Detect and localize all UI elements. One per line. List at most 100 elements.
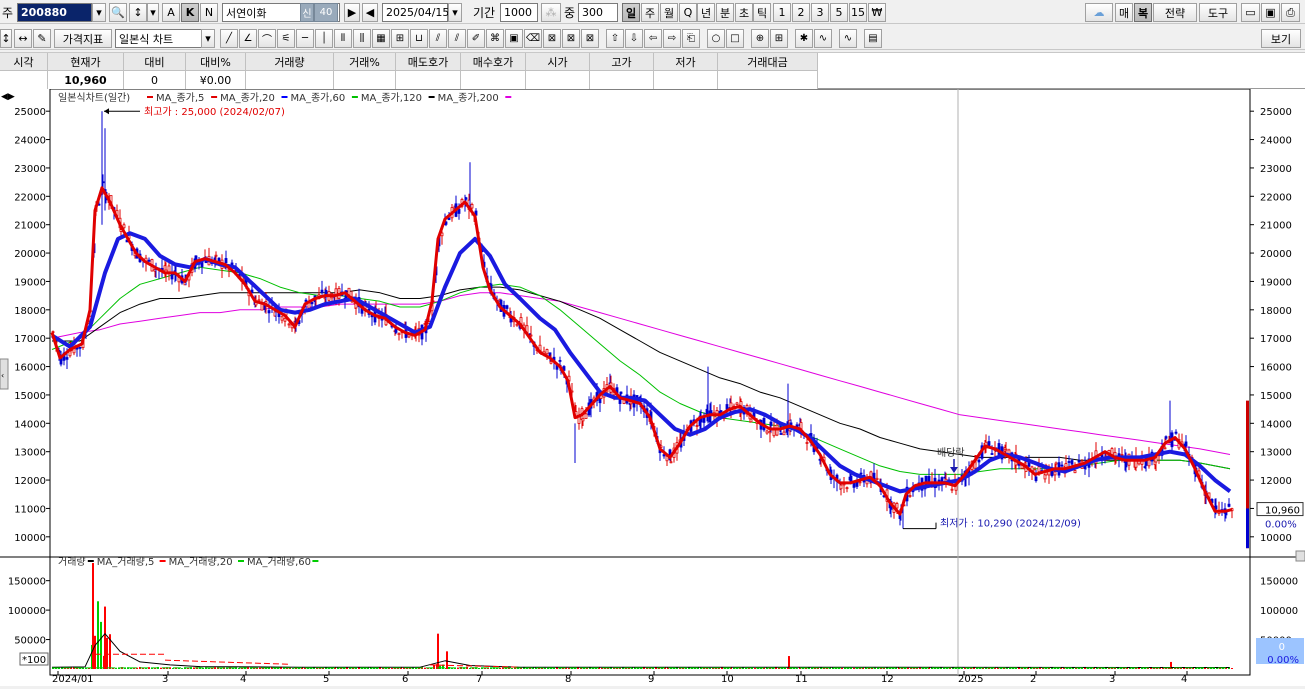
grid-icon[interactable]: ⁂ xyxy=(541,3,561,22)
draw-tool-31-icon[interactable]: ∿ xyxy=(839,29,857,48)
edit-icon[interactable]: ✎ xyxy=(33,29,51,48)
draw-tool-3-icon[interactable]: ⚟ xyxy=(277,29,295,48)
draw-tool-7-icon[interactable]: ⫼ xyxy=(353,29,371,48)
y-tick-left-15: 10000 xyxy=(14,533,46,544)
period-button-8[interactable]: 1 xyxy=(773,3,791,22)
draw-tool-30-icon[interactable]: ∿ xyxy=(814,29,832,48)
period-button-13[interactable]: ₩ xyxy=(868,3,886,22)
count-input[interactable]: 300 xyxy=(578,3,618,22)
draw-tool-19-icon[interactable]: ⊠ xyxy=(581,29,599,48)
period-button-1[interactable]: 주 xyxy=(641,3,659,22)
mode-n-button[interactable]: N xyxy=(200,3,218,22)
sort-icon[interactable]: ↕ xyxy=(129,3,147,22)
scroll-horizontal-icon[interactable]: ↔ xyxy=(14,29,32,48)
draw-tool-24-icon[interactable]: ⎗ xyxy=(682,29,700,48)
draw-tool-22-icon[interactable]: ⇦ xyxy=(644,29,662,48)
cloud-icon[interactable]: ☁ xyxy=(1085,3,1113,22)
draw-tool-1-icon[interactable]: ∠ xyxy=(239,29,257,48)
draw-tool-10-icon[interactable]: ⊔ xyxy=(410,29,428,48)
y-tick-left-11: 14000 xyxy=(14,419,46,430)
period-button-4[interactable]: 년 xyxy=(697,3,715,22)
period-button-6[interactable]: 초 xyxy=(735,3,753,22)
period-button-3[interactable]: Q xyxy=(679,3,697,22)
draw-tool-29-icon[interactable]: ✱ xyxy=(795,29,813,48)
draw-tool-6-icon[interactable]: ⫴ xyxy=(334,29,352,48)
mode-k-button[interactable]: K xyxy=(181,3,199,22)
legend-label-0: MA_종가,5 xyxy=(156,92,204,104)
folder-icon[interactable]: ▭ xyxy=(1241,3,1260,22)
draw-tool-17-icon[interactable]: ⊠ xyxy=(543,29,561,48)
candle-body xyxy=(1070,460,1074,465)
chart-type-dropdown-icon[interactable]: ▾ xyxy=(201,29,215,48)
period-button-10[interactable]: 3 xyxy=(811,3,829,22)
draw-tool-23-icon[interactable]: ⇨ xyxy=(663,29,681,48)
candle-body xyxy=(669,461,673,464)
y-tick-left-8: 17000 xyxy=(14,334,46,345)
range-bar-blue xyxy=(1246,508,1249,549)
draw-tool-5-icon[interactable]: │ xyxy=(315,29,333,48)
draw-tool-21-icon[interactable]: ⇩ xyxy=(625,29,643,48)
date-field[interactable]: 2025/04/15 xyxy=(382,3,449,22)
current-price: 10,960 xyxy=(1265,506,1300,517)
draw-tool-14-icon[interactable]: ⌘ xyxy=(486,29,504,48)
draw-tool-26-icon[interactable]: □ xyxy=(726,29,744,48)
draw-tool-4-icon[interactable]: ─ xyxy=(296,29,314,48)
period-button-11[interactable]: 5 xyxy=(830,3,848,22)
draw-tool-13-icon[interactable]: ✐ xyxy=(467,29,485,48)
search-icon[interactable]: 🔍 xyxy=(109,3,127,22)
scroll-vertical-icon[interactable]: ↕ xyxy=(0,29,12,48)
draw-tool-12-icon[interactable]: ⫽ xyxy=(448,29,466,48)
quote-value-5 xyxy=(334,71,396,89)
draw-tool-2-icon[interactable]: ⌒ xyxy=(258,29,276,48)
stock-code-dropdown-icon[interactable]: ▾ xyxy=(92,3,106,22)
period-button-12[interactable]: 15 xyxy=(849,3,867,22)
y-tick-right-3: 22000 xyxy=(1260,192,1292,203)
draw-tool-28-icon[interactable]: ⊞ xyxy=(770,29,788,48)
calendar-dropdown-icon[interactable]: ▾ xyxy=(448,3,462,22)
right-button-3[interactable]: 도구 xyxy=(1199,3,1237,22)
draw-tool-18-icon[interactable]: ⊠ xyxy=(562,29,580,48)
volume-bar xyxy=(853,667,855,669)
chart-svg[interactable]: 25000 2500024000 2400023000 2300022000 22000… xyxy=(0,88,1305,686)
y-tick-right-4: 21000 xyxy=(1260,221,1292,232)
draw-tool-20-icon[interactable]: ⇧ xyxy=(606,29,624,48)
view-button[interactable]: 보기 xyxy=(1261,29,1301,48)
prev-arrow-icon[interactable]: ◀ xyxy=(362,3,378,22)
y-tick-left-5: 20000 xyxy=(14,249,46,260)
print-icon[interactable]: ⎙ xyxy=(1281,3,1300,22)
candle-body xyxy=(765,430,769,434)
right-button-2[interactable]: 전략 xyxy=(1153,3,1197,22)
candle-body xyxy=(545,349,549,355)
next-arrow-icon[interactable]: ▶ xyxy=(344,3,360,22)
right-button-1[interactable]: 복 xyxy=(1134,3,1152,22)
period-input[interactable]: 1000 xyxy=(500,3,538,22)
save-icon[interactable]: ▣ xyxy=(1261,3,1280,22)
candle-body xyxy=(78,346,82,349)
candle-body xyxy=(908,495,912,497)
legend-label-3: MA_종가,120 xyxy=(361,92,422,104)
indicator-button[interactable]: 가격지표 xyxy=(54,29,112,48)
candle-body xyxy=(515,323,519,326)
draw-tool-27-icon[interactable]: ⊕ xyxy=(751,29,769,48)
credit-badge: 신 xyxy=(300,3,314,22)
draw-tool-11-icon[interactable]: ⫽ xyxy=(429,29,447,48)
sort-dropdown-icon[interactable]: ▾ xyxy=(147,3,159,22)
draw-tool-16-icon[interactable]: ⌫ xyxy=(524,29,542,48)
draw-tool-9-icon[interactable]: ⊞ xyxy=(391,29,409,48)
draw-tool-32-icon[interactable]: ▤ xyxy=(864,29,882,48)
mode-a-button[interactable]: A xyxy=(162,3,180,22)
period-button-5[interactable]: 분 xyxy=(716,3,734,22)
period-button-9[interactable]: 2 xyxy=(792,3,810,22)
period-button-7[interactable]: 틱 xyxy=(753,3,771,22)
period-button-0[interactable]: 일 xyxy=(622,3,640,22)
draw-tool-8-icon[interactable]: ▦ xyxy=(372,29,390,48)
volume-bar xyxy=(148,667,150,669)
period-button-2[interactable]: 월 xyxy=(660,3,678,22)
right-button-0[interactable]: 매 xyxy=(1115,3,1133,22)
draw-tool-0-icon[interactable]: ╱ xyxy=(220,29,238,48)
chart-type-select[interactable]: 일본식 차트 xyxy=(115,29,205,48)
draw-tool-25-icon[interactable]: ○ xyxy=(707,29,725,48)
candle-body xyxy=(735,402,739,406)
stock-code-input[interactable]: 200880 xyxy=(17,3,92,22)
draw-tool-15-icon[interactable]: ▣ xyxy=(505,29,523,48)
